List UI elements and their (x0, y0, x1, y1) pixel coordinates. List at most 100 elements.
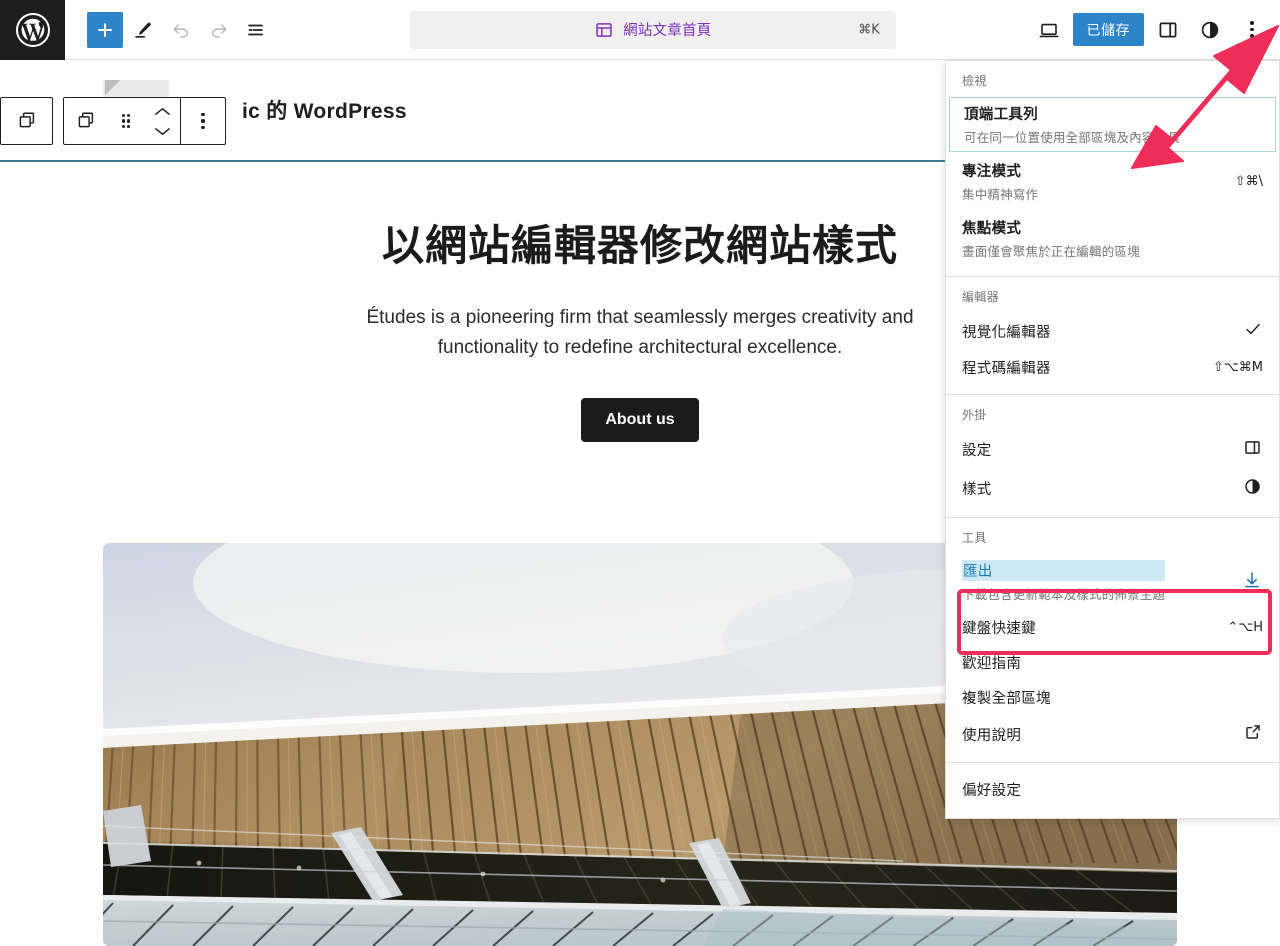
external-link-icon (1243, 722, 1263, 746)
editor-options-menu: 檢視 頂端工具列 可在同一位置使用全部區塊及內容工具 專注模式 集中精神寫作 ⇧… (945, 60, 1280, 819)
menu-item-help[interactable]: 使用說明 (946, 715, 1279, 753)
menu-item-settings[interactable]: 設定 (946, 430, 1279, 469)
menu-item-check (1243, 319, 1263, 343)
menu-item-title: 樣式 (962, 482, 992, 498)
menu-item-title: 設定 (962, 443, 992, 459)
settings-sidebar-button[interactable] (1150, 12, 1186, 48)
command-bar-shortcut: ⌘K (858, 22, 880, 37)
menu-group-label: 編輯器 (962, 290, 1000, 304)
pencil-icon (132, 19, 154, 41)
checkmark-icon (1243, 319, 1263, 343)
menu-item-shortcut: ⇧⌥⌘M (1212, 360, 1263, 375)
menu-item-distraction-free[interactable]: 專注模式 集中精神寫作 ⇧⌘\ (946, 153, 1279, 210)
menu-item-title: 焦點模式 (962, 221, 1022, 237)
menu-item-description: 可在同一位置使用全部區塊及內容工具 (964, 131, 1180, 145)
menu-group-plugins: 外掛 設定 樣式 (946, 395, 1279, 518)
menu-item-texts: 視覺化編輯器 (962, 321, 1051, 342)
undo-button[interactable] (163, 12, 199, 48)
undo-arrow-icon (170, 19, 192, 41)
about-us-button[interactable]: About us (581, 398, 699, 443)
site-editor-app: 網站文章首頁 ⌘K 已儲存 ic 的 WordPress 以網站編輯器修改網站樣… (0, 0, 1280, 946)
menu-item-export[interactable]: 匯出 下載包含更新範本及樣式的佈景主題 (946, 553, 1279, 610)
command-bar-label: 網站文章首頁 (623, 23, 712, 39)
editor-header-bar: 網站文章首頁 ⌘K 已儲存 (0, 0, 1280, 60)
block-drag-handle[interactable] (108, 98, 144, 144)
menu-item-spotlight-mode[interactable]: 焦點模式 畫面僅會聚焦於正在編輯的區塊 (946, 210, 1279, 267)
post-excerpt-paragraph[interactable]: Études is a pioneering firm that seamles… (340, 303, 940, 365)
menu-group-view: 檢視 頂端工具列 可在同一位置使用全部區塊及內容工具 專注模式 集中精神寫作 ⇧… (946, 61, 1279, 277)
menu-item-title: 程式碼編輯器 (962, 361, 1051, 377)
menu-item-keyboard-shortcuts[interactable]: 鍵盤快速鍵 ⌃⌥H (946, 610, 1279, 645)
menu-item-top-toolbar[interactable]: 頂端工具列 可在同一位置使用全部區塊及內容工具 (948, 96, 1277, 153)
block-controls-group (63, 97, 226, 145)
save-status-button[interactable]: 已儲存 (1072, 13, 1144, 46)
menu-item-title: 複製全部區塊 (962, 691, 1051, 707)
menu-item-copy-all-blocks[interactable]: 複製全部區塊 (946, 680, 1279, 715)
parent-block-button[interactable] (64, 98, 108, 144)
chevron-up-icon (154, 104, 171, 119)
menu-item-title: 鍵盤快速鍵 (962, 621, 1036, 637)
template-layout-icon (594, 20, 614, 40)
menu-item-description: 畫面僅會聚焦於正在編輯的區塊 (962, 245, 1140, 259)
menu-item-visual-editor[interactable]: 視覺化編輯器 (946, 312, 1279, 350)
menu-item-title: 使用說明 (962, 727, 1022, 744)
menu-item-preferences[interactable]: 偏好設定 (946, 772, 1279, 807)
menu-item-title: 專注模式 (962, 164, 1022, 180)
menu-item-description: 下載包含更新範本及樣式的佈景主題 (962, 588, 1166, 602)
menu-item-texts: 焦點模式 畫面僅會聚焦於正在編輯的區塊 (962, 217, 1140, 260)
menu-item-styles[interactable]: 樣式 (946, 469, 1279, 508)
menu-item-texts: 使用說明 (962, 724, 1021, 745)
menu-item-description: 集中精神寫作 (962, 188, 1039, 202)
download-icon (1241, 569, 1263, 595)
block-more-options-button[interactable] (181, 98, 225, 144)
redo-arrow-icon (208, 19, 230, 41)
menu-item-texts: 程式碼編輯器 (962, 357, 1051, 378)
menu-group-label: 檢視 (962, 74, 987, 88)
menu-item-texts: 樣式 (962, 478, 992, 499)
block-movers[interactable] (144, 98, 180, 144)
redo-button[interactable] (201, 12, 237, 48)
list-view-icon (245, 18, 269, 42)
group-block-icon (75, 109, 97, 134)
wordpress-logo-button[interactable] (0, 0, 65, 60)
sidebar-panel-icon (1242, 437, 1263, 462)
menu-item-texts: 複製全部區塊 (962, 687, 1051, 708)
menu-group-tools: 工具 匯出 下載包含更新範本及樣式的佈景主題 鍵盤快速鍵 ⌃⌥H 歡迎指南 複製… (946, 518, 1279, 763)
menu-item-shortcut: ⇧⌘\ (1234, 174, 1263, 189)
menu-item-title: 視覺化編輯器 (962, 324, 1051, 341)
menu-item-title: 歡迎指南 (962, 656, 1022, 672)
options-kebab-button[interactable] (1234, 12, 1270, 48)
menu-item-icon (1241, 569, 1263, 595)
menu-item-icon (1242, 437, 1263, 462)
block-toolbar (0, 97, 226, 145)
plus-icon (94, 19, 116, 41)
menu-group-editor: 編輯器 視覺化編輯器 程式碼編輯器 ⇧⌥⌘M (946, 277, 1279, 395)
edit-tool-button[interactable] (125, 12, 161, 48)
styles-button[interactable] (1192, 12, 1228, 48)
block-type-switcher-group (0, 97, 53, 145)
menu-item-title: 頂端工具列 (964, 107, 1038, 123)
drag-dots-icon (121, 113, 131, 129)
block-mover-icons (154, 104, 171, 139)
device-preview-button[interactable] (1031, 12, 1067, 48)
menu-item-texts: 匯出 下載包含更新範本及樣式的佈景主題 (962, 560, 1166, 603)
menu-item-texts: 頂端工具列 可在同一位置使用全部區塊及內容工具 (964, 103, 1180, 146)
menu-item-texts: 設定 (962, 439, 992, 460)
menu-item-title: 匯出 (962, 560, 1166, 581)
chevron-down-icon (154, 124, 171, 139)
group-block-icon (16, 109, 38, 134)
command-bar-content: 網站文章首頁 (594, 19, 711, 40)
menu-group-label: 外掛 (962, 408, 987, 422)
menu-item-texts: 歡迎指南 (962, 652, 1021, 673)
contrast-circle-icon (1242, 476, 1263, 501)
menu-item-code-editor[interactable]: 程式碼編輯器 ⇧⌥⌘M (946, 350, 1279, 385)
add-block-button[interactable] (87, 11, 123, 48)
command-center-button[interactable]: 網站文章首頁 ⌘K (409, 10, 896, 49)
menu-item-welcome-guide[interactable]: 歡迎指南 (946, 645, 1279, 680)
menu-group-label: 工具 (962, 531, 987, 545)
laptop-icon (1037, 18, 1061, 42)
document-overview-button[interactable] (239, 12, 275, 48)
three-dots-vertical-icon (201, 111, 205, 131)
three-dots-vertical-icon (1250, 19, 1254, 39)
block-type-button[interactable] (9, 98, 45, 144)
